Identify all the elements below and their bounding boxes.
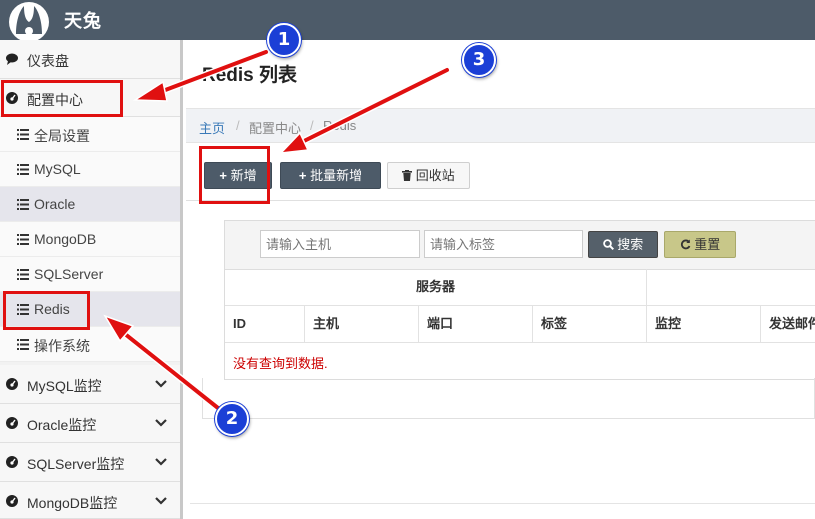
arrow-1-icon <box>132 48 270 102</box>
annotation-badge-3: 3 <box>462 43 496 77</box>
annotation-badge-2: 2 <box>215 402 249 436</box>
arrow-2-icon <box>103 314 222 412</box>
annotation-arrows <box>103 48 451 412</box>
arrow-3-icon <box>279 66 451 154</box>
annotation-badge-1: 1 <box>267 23 301 57</box>
